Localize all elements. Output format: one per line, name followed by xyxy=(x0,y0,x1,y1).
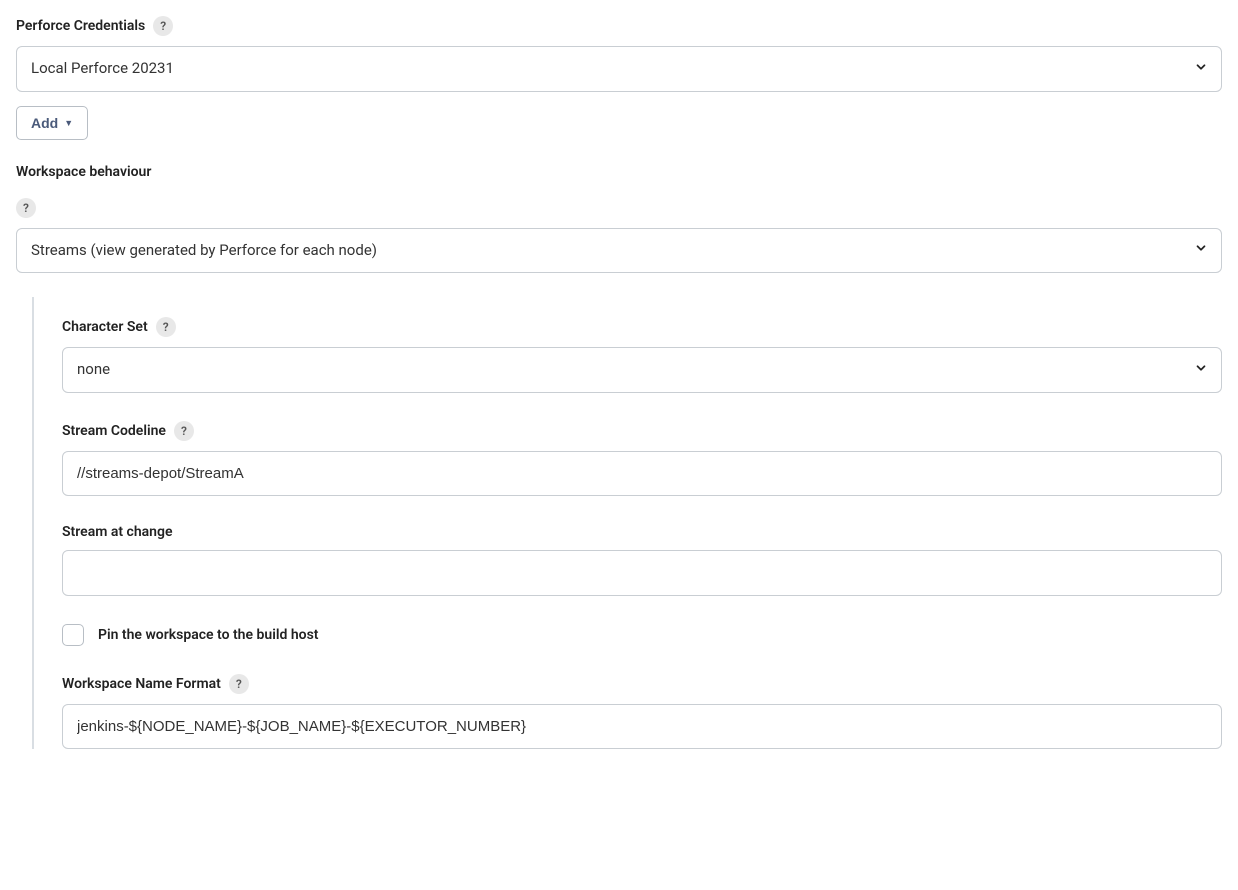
character-set-section: Character Set ? none xyxy=(62,317,1222,393)
stream-codeline-section: Stream Codeline ? xyxy=(62,421,1222,497)
character-set-label: Character Set ? xyxy=(62,317,176,337)
character-set-select-wrapper: none xyxy=(62,347,1222,393)
workspace-behaviour-label-text: Workspace behaviour xyxy=(16,164,151,180)
perforce-credentials-select[interactable]: Local Perforce 20231 xyxy=(16,46,1222,92)
pin-workspace-checkbox[interactable] xyxy=(62,624,84,646)
help-icon[interactable]: ? xyxy=(16,198,36,218)
workspace-behaviour-section: Workspace behaviour ? Streams (view gene… xyxy=(16,164,1222,274)
workspace-name-format-input[interactable] xyxy=(62,704,1222,750)
workspace-name-format-label-text: Workspace Name Format xyxy=(62,676,221,692)
perforce-credentials-label-text: Perforce Credentials xyxy=(16,18,145,34)
character-set-label-text: Character Set xyxy=(62,319,148,335)
perforce-credentials-section: Perforce Credentials ? Local Perforce 20… xyxy=(16,16,1222,140)
pin-workspace-label: Pin the workspace to the build host xyxy=(98,627,318,643)
stream-codeline-label-text: Stream Codeline xyxy=(62,423,166,439)
stream-at-change-section: Stream at change xyxy=(62,524,1222,596)
caret-down-icon: ▼ xyxy=(64,118,73,128)
workspace-behaviour-select-wrapper: Streams (view generated by Perforce for … xyxy=(16,228,1222,274)
workspace-behaviour-nested: Character Set ? none Stream Codeline ? S… xyxy=(32,297,1222,749)
pin-workspace-row: Pin the workspace to the build host xyxy=(62,624,1222,646)
workspace-name-format-label: Workspace Name Format ? xyxy=(62,674,249,694)
workspace-behaviour-label: Workspace behaviour xyxy=(16,164,151,180)
stream-at-change-label-text: Stream at change xyxy=(62,524,173,540)
perforce-credentials-select-wrapper: Local Perforce 20231 xyxy=(16,46,1222,92)
help-icon[interactable]: ? xyxy=(156,317,176,337)
add-button[interactable]: Add ▼ xyxy=(16,106,88,140)
stream-codeline-label: Stream Codeline ? xyxy=(62,421,194,441)
help-icon[interactable]: ? xyxy=(174,421,194,441)
workspace-behaviour-select[interactable]: Streams (view generated by Perforce for … xyxy=(16,228,1222,274)
pin-workspace-section: Pin the workspace to the build host xyxy=(62,624,1222,646)
help-icon[interactable]: ? xyxy=(229,674,249,694)
stream-at-change-input[interactable] xyxy=(62,550,1222,596)
stream-codeline-input[interactable] xyxy=(62,451,1222,497)
perforce-credentials-label: Perforce Credentials ? xyxy=(16,16,173,36)
add-button-label: Add xyxy=(31,115,58,131)
workspace-name-format-section: Workspace Name Format ? xyxy=(62,674,1222,750)
help-icon[interactable]: ? xyxy=(153,16,173,36)
character-set-select[interactable]: none xyxy=(62,347,1222,393)
stream-at-change-label: Stream at change xyxy=(62,524,173,540)
